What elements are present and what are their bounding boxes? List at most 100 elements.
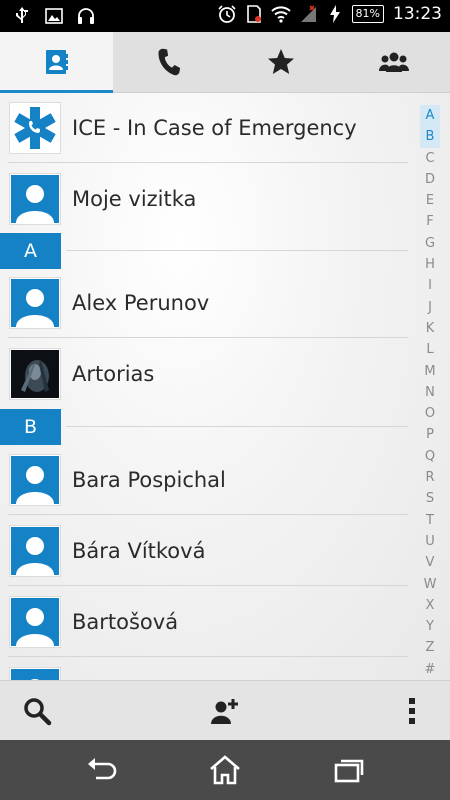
ice-avatar	[10, 103, 60, 153]
phone-tab[interactable]	[113, 32, 226, 92]
section-header-b: B	[0, 409, 408, 445]
alphabet-index-letter[interactable]: M	[420, 361, 440, 382]
alphabet-index-letter[interactable]: I	[420, 275, 440, 296]
contact-row[interactable]: Bartošová	[8, 587, 408, 657]
alphabet-index-letter[interactable]: #	[420, 659, 440, 680]
avatar	[10, 455, 60, 505]
alphabet-index[interactable]: A B C D E F G H I J K L M N O P Q R S T U V W X Y Z #	[420, 105, 440, 680]
alphabet-index-letter[interactable]: V	[420, 552, 440, 573]
alphabet-index-letter[interactable]: D	[420, 169, 440, 190]
alphabet-index-letter[interactable]: P	[420, 424, 440, 445]
alphabet-index-letter[interactable]: R	[420, 467, 440, 488]
medical-star-icon	[14, 107, 56, 149]
star-icon	[268, 49, 295, 74]
alphabet-index-letter[interactable]: G	[420, 233, 440, 254]
row-divider	[8, 337, 408, 338]
contact-list[interactable]: ICE - In Case of Emergency Moje vizitka …	[0, 93, 450, 680]
person-placeholder-icon	[16, 537, 54, 575]
back-icon	[88, 758, 117, 780]
charging-icon	[329, 5, 340, 23]
contact-name: ICE - In Case of Emergency	[72, 116, 357, 140]
contacts-tab[interactable]	[0, 32, 113, 93]
person-placeholder-icon	[16, 185, 54, 223]
battery-level: 81%	[355, 7, 380, 20]
alphabet-index-letter[interactable]: E	[420, 190, 440, 211]
avatar	[10, 526, 60, 576]
action-bar	[0, 680, 450, 741]
contact-name: Alex Perunov	[72, 291, 210, 315]
phone-icon	[158, 48, 180, 76]
alarm-icon	[217, 5, 236, 23]
person-placeholder-icon	[16, 608, 54, 646]
avatar	[10, 278, 60, 328]
home-button[interactable]	[207, 754, 243, 786]
person-placeholder-icon	[30, 679, 40, 680]
section-letter: B	[0, 409, 61, 445]
search-icon	[24, 698, 52, 726]
person-placeholder-icon	[16, 289, 54, 327]
contact-row[interactable]: Artorias	[8, 339, 408, 409]
photo-thumbnail	[11, 350, 59, 398]
section-divider	[66, 426, 408, 427]
image-icon	[45, 8, 63, 24]
alphabet-index-letter[interactable]: C	[420, 148, 440, 169]
contact-row-partial[interactable]	[8, 658, 408, 680]
alphabet-index-letter[interactable]: B	[420, 126, 440, 148]
navigation-bar	[0, 740, 450, 800]
clock: 13:23	[393, 4, 442, 24]
contact-name: Bara Pospichal	[72, 468, 226, 492]
alphabet-index-letter[interactable]: U	[420, 531, 440, 552]
alphabet-index-letter[interactable]: J	[420, 297, 440, 318]
section-header-a: A	[0, 233, 408, 269]
status-bar: 81% 13:23	[0, 0, 450, 32]
avatar	[10, 597, 60, 647]
row-divider	[8, 585, 408, 586]
battery-indicator: 81%	[351, 5, 384, 23]
row-divider	[8, 162, 408, 163]
back-button[interactable]	[83, 754, 119, 786]
signal-icon	[300, 5, 316, 22]
usb-icon	[16, 7, 28, 23]
contact-row[interactable]: Alex Perunov	[8, 268, 408, 338]
avatar	[10, 668, 60, 680]
alphabet-index-letter[interactable]: W	[420, 574, 440, 595]
contact-name: Artorias	[72, 362, 155, 386]
alphabet-index-letter[interactable]: Z	[420, 637, 440, 658]
add-contact-button[interactable]	[208, 694, 242, 728]
home-icon	[210, 755, 240, 785]
groups-icon	[378, 52, 409, 72]
contact-name: Bartošová	[72, 610, 179, 634]
alphabet-index-letter[interactable]: A	[420, 105, 440, 127]
my-card-row[interactable]: Moje vizitka	[8, 164, 408, 234]
tab-bar	[0, 32, 450, 93]
ice-contact-row[interactable]: ICE - In Case of Emergency	[8, 93, 408, 163]
search-button[interactable]	[20, 694, 54, 728]
favorites-tab[interactable]	[225, 32, 338, 92]
alphabet-index-letter[interactable]: T	[420, 510, 440, 531]
contact-row[interactable]: Bára Vítková	[8, 516, 408, 586]
alphabet-index-letter[interactable]: N	[420, 382, 440, 403]
overflow-menu-icon	[409, 698, 415, 724]
overflow-menu-button[interactable]	[395, 694, 429, 728]
row-divider	[8, 514, 408, 515]
contact-name: Bára Vítková	[72, 539, 206, 563]
alphabet-index-letter[interactable]: L	[420, 339, 440, 360]
contact-row[interactable]: Bara Pospichal	[8, 445, 408, 515]
alphabet-index-letter[interactable]: F	[420, 211, 440, 232]
groups-tab[interactable]	[338, 32, 450, 92]
row-divider	[8, 656, 408, 657]
alphabet-index-letter[interactable]: H	[420, 254, 440, 275]
alphabet-index-letter[interactable]: X	[420, 595, 440, 616]
section-divider	[66, 250, 408, 251]
sim-icon	[246, 5, 261, 23]
alphabet-index-letter[interactable]: O	[420, 403, 440, 424]
avatar	[10, 174, 60, 224]
alphabet-index-letter[interactable]: Y	[420, 616, 440, 637]
person-placeholder-icon	[16, 466, 54, 504]
alphabet-index-letter[interactable]: K	[420, 318, 440, 339]
alphabet-index-letter[interactable]: S	[420, 488, 440, 509]
alphabet-index-letter[interactable]: Q	[420, 446, 440, 467]
recent-apps-icon	[334, 759, 364, 783]
recent-apps-button[interactable]	[331, 754, 367, 786]
wifi-icon	[270, 6, 291, 23]
